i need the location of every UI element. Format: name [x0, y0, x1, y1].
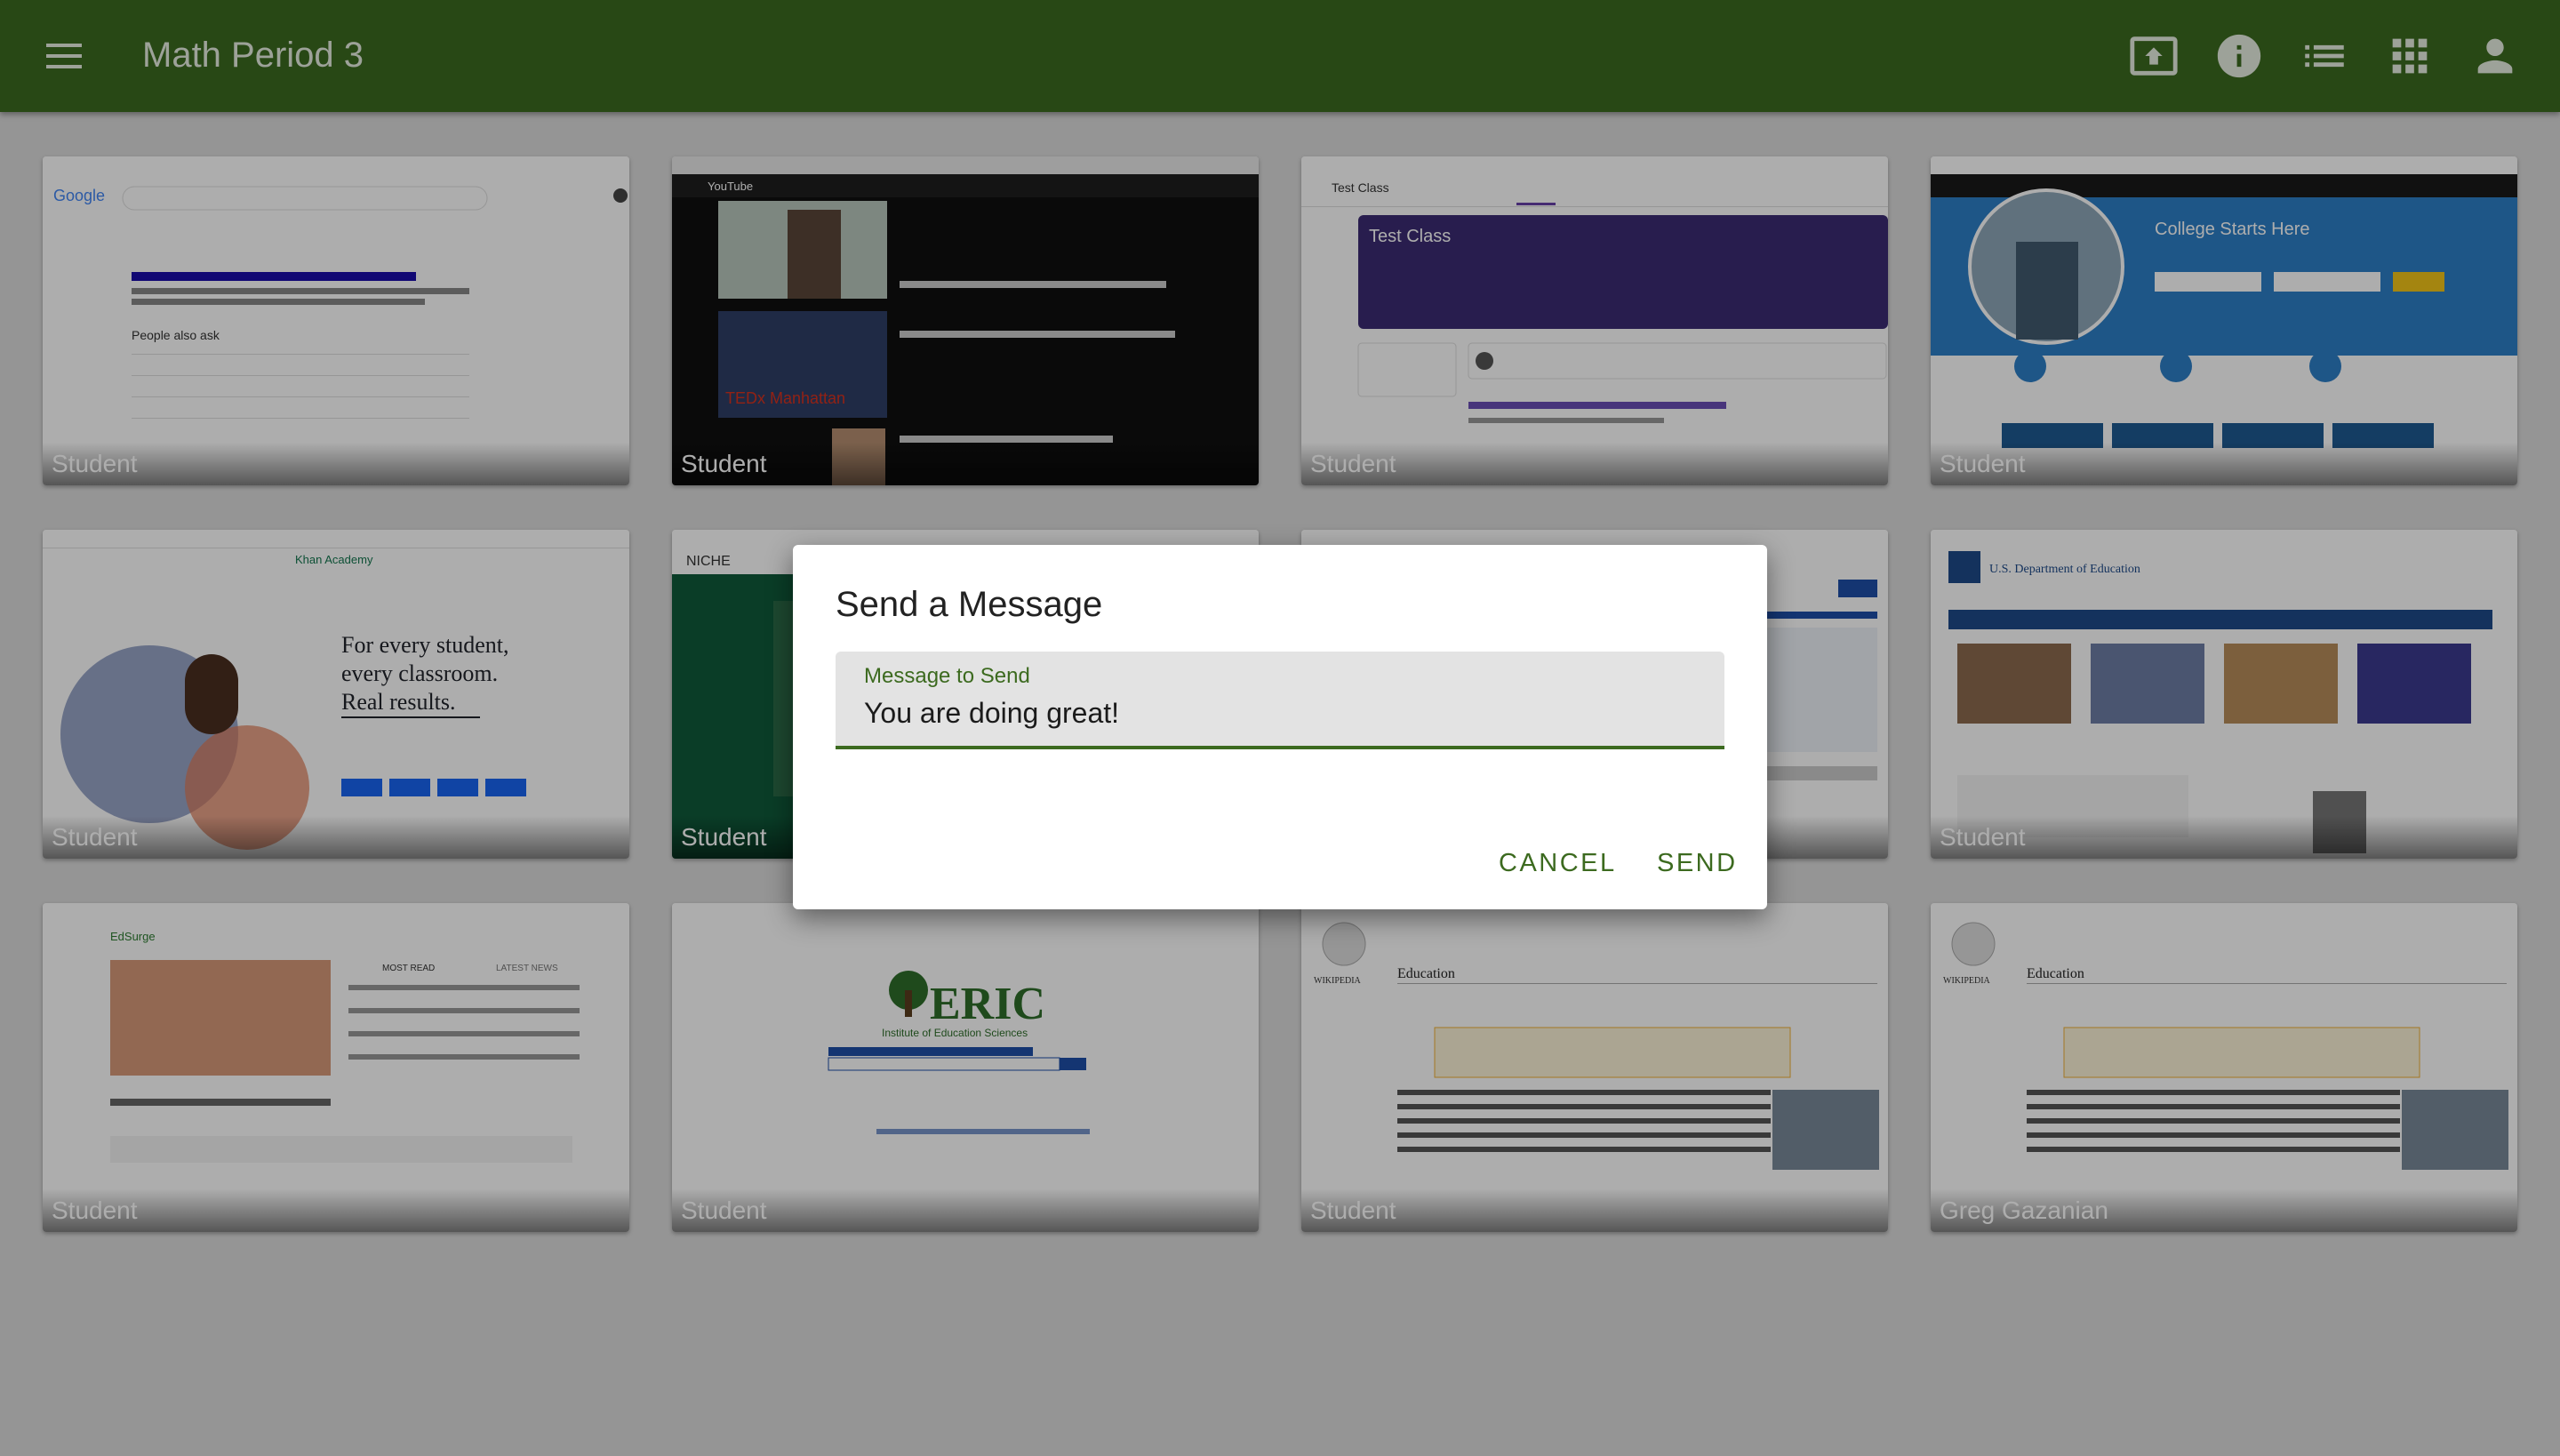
message-field[interactable]: Message to Send	[836, 652, 1724, 749]
message-field-label: Message to Send	[864, 664, 1030, 688]
send-message-dialog: Send a Message Message to Send CANCEL SE…	[793, 545, 1767, 909]
message-input[interactable]	[864, 692, 1691, 733]
cancel-button[interactable]: CANCEL	[1486, 838, 1629, 888]
send-button[interactable]: SEND	[1644, 838, 1750, 888]
dialog-title: Send a Message	[836, 585, 1103, 624]
